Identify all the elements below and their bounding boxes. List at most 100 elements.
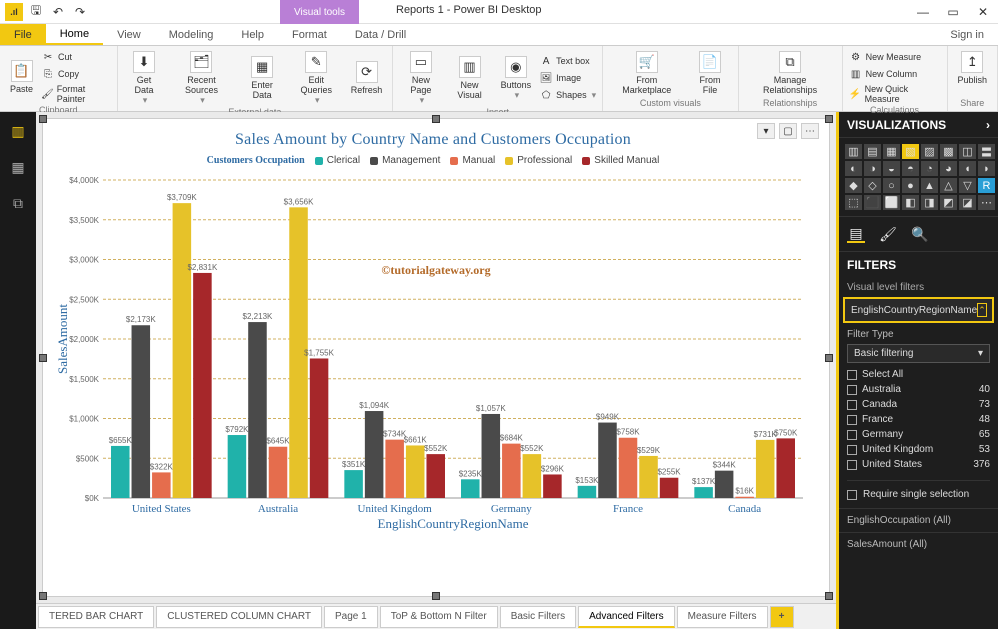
viz-gallery-item[interactable]: ⬜ xyxy=(883,195,900,210)
filter-field-occupation[interactable]: EnglishOccupation (All) xyxy=(839,508,998,532)
paste-button[interactable]: 📋Paste xyxy=(6,58,37,96)
bar[interactable] xyxy=(193,273,212,498)
bar[interactable] xyxy=(578,486,597,498)
bar[interactable] xyxy=(715,471,734,498)
manage-relationships-button[interactable]: ⧉Manage Relationships xyxy=(745,49,836,97)
model-view-icon[interactable]: ⧉ xyxy=(8,194,28,212)
fields-tab-icon[interactable]: ▤ xyxy=(847,225,865,243)
viz-gallery-item[interactable]: ▲ xyxy=(921,178,938,193)
bar[interactable] xyxy=(639,456,658,498)
bar[interactable] xyxy=(269,447,288,498)
viz-gallery-item[interactable]: ⬛ xyxy=(864,195,881,210)
data-view-icon[interactable]: ▦ xyxy=(8,158,28,176)
buttons-button[interactable]: ◉Buttons▾ xyxy=(497,54,536,102)
bar[interactable] xyxy=(694,487,713,498)
report-view-icon[interactable]: ▥ xyxy=(8,122,28,140)
filter-item[interactable]: France48 xyxy=(847,412,990,427)
viz-gallery-item[interactable]: ◕ xyxy=(940,161,957,176)
tab-home[interactable]: Home xyxy=(46,24,103,45)
filter-field-country[interactable]: EnglishCountryRegionName ⌃ xyxy=(845,299,992,321)
filter-item[interactable]: Canada73 xyxy=(847,397,990,412)
new-quick-measure-button[interactable]: ⚡New Quick Measure xyxy=(849,83,941,105)
page-tab[interactable]: Advanced Filters xyxy=(578,606,674,628)
bar[interactable] xyxy=(111,446,130,498)
save-icon[interactable]: 🖫 xyxy=(26,2,46,22)
viz-gallery-item[interactable]: ⬚ xyxy=(845,195,862,210)
signin-link[interactable]: Sign in xyxy=(936,24,998,45)
bar[interactable] xyxy=(776,438,795,498)
viz-gallery-item[interactable]: ▽ xyxy=(959,178,976,193)
legend-item-professional[interactable]: Professional xyxy=(505,155,572,166)
close-button[interactable]: ✕ xyxy=(968,0,998,24)
viz-gallery-item[interactable]: ◗ xyxy=(978,161,995,176)
recent-sources-button[interactable]: 🗂Recent Sources▾ xyxy=(168,49,234,107)
viz-gallery-item[interactable]: ◓ xyxy=(902,161,919,176)
viz-gallery-item[interactable]: ◐ xyxy=(845,161,862,176)
minimize-button[interactable]: — xyxy=(908,0,938,24)
tab-help[interactable]: Help xyxy=(227,24,278,45)
bar[interactable] xyxy=(406,445,425,498)
bar[interactable] xyxy=(173,203,192,498)
refresh-button[interactable]: ⟳Refresh xyxy=(347,59,387,97)
from-file-button[interactable]: 📄From File xyxy=(688,49,731,97)
viz-gallery-item[interactable]: ▦ xyxy=(883,144,900,159)
page-tab[interactable]: Measure Filters xyxy=(677,606,768,628)
bar[interactable] xyxy=(461,479,480,498)
format-tab-icon[interactable]: 🖌 xyxy=(879,225,897,243)
page-tab-add[interactable]: + xyxy=(770,606,794,628)
viz-gallery-item[interactable]: ◆ xyxy=(845,178,862,193)
filter-item-select-all[interactable]: Select All xyxy=(847,367,990,382)
viz-gallery-item[interactable]: ◒ xyxy=(883,161,900,176)
viz-gallery-item[interactable]: ◖ xyxy=(959,161,976,176)
new-visual-button[interactable]: ▥New Visual xyxy=(447,54,493,102)
require-single-selection[interactable]: Require single selection xyxy=(847,480,990,500)
bar[interactable] xyxy=(482,414,501,498)
bar[interactable] xyxy=(660,478,679,498)
format-painter-button[interactable]: 🖌Format Painter xyxy=(41,83,111,105)
viz-gallery-item[interactable]: ▤ xyxy=(864,144,881,159)
maximize-button[interactable]: ▭ xyxy=(938,0,968,24)
enter-data-button[interactable]: ▦Enter Data xyxy=(239,54,286,102)
report-page[interactable]: ▾ ▢ ⋯ Sales Amount by Country Name and C… xyxy=(42,118,830,597)
collapse-icon[interactable]: ⌃ xyxy=(977,303,987,317)
new-measure-button[interactable]: ⚙New Measure xyxy=(849,49,941,65)
bar[interactable] xyxy=(619,438,638,498)
copy-button[interactable]: ⎘Copy xyxy=(41,66,111,82)
bar[interactable] xyxy=(310,358,329,498)
bar[interactable] xyxy=(152,472,171,498)
viz-gallery-item[interactable]: ○ xyxy=(883,178,900,193)
bar[interactable] xyxy=(228,435,247,498)
shapes-button[interactable]: ⬠Shapes▾ xyxy=(539,87,596,103)
bar[interactable] xyxy=(132,325,151,498)
viz-gallery-item[interactable]: 〓 xyxy=(978,144,995,159)
viz-gallery-item[interactable]: ⋯ xyxy=(978,195,995,210)
column-chart-visual[interactable]: Sales Amount by Country Name and Custome… xyxy=(43,119,829,596)
legend-item-management[interactable]: Management xyxy=(370,155,440,166)
bar[interactable] xyxy=(523,454,542,498)
filter-item[interactable]: United States376 xyxy=(847,457,990,472)
viz-gallery-item[interactable]: △ xyxy=(940,178,957,193)
viz-gallery-item[interactable]: ▥ xyxy=(845,144,862,159)
publish-button[interactable]: ↥Publish xyxy=(954,49,992,87)
legend-item-skilled-manual[interactable]: Skilled Manual xyxy=(582,155,659,166)
viz-gallery-item[interactable]: ▨ xyxy=(921,144,938,159)
viz-gallery-item[interactable]: R xyxy=(978,178,995,193)
page-tab[interactable]: TERED BAR CHART xyxy=(38,606,154,628)
filter-item[interactable]: United Kingdom53 xyxy=(847,442,990,457)
collapse-pane-icon[interactable]: › xyxy=(986,118,990,132)
tab-data-drill[interactable]: Data / Drill xyxy=(341,24,420,45)
viz-gallery-item[interactable]: ▩ xyxy=(940,144,957,159)
viz-gallery-item[interactable]: ◇ xyxy=(864,178,881,193)
bar[interactable] xyxy=(543,474,562,498)
from-marketplace-button[interactable]: 🛒From Marketplace xyxy=(609,49,684,97)
page-tab[interactable]: Basic Filters xyxy=(500,606,576,628)
filter-item[interactable]: Germany65 xyxy=(847,427,990,442)
new-column-button[interactable]: ▥New Column xyxy=(849,66,941,82)
viz-gallery-item[interactable]: ◧ xyxy=(902,195,919,210)
page-tab[interactable]: ToP & Bottom N Filter xyxy=(380,606,498,628)
viz-gallery-item[interactable]: ◔ xyxy=(921,161,938,176)
file-tab[interactable]: File xyxy=(0,24,46,45)
bar[interactable] xyxy=(385,440,404,498)
bar[interactable] xyxy=(248,322,267,498)
analytics-tab-icon[interactable]: 🔍 xyxy=(911,225,929,243)
